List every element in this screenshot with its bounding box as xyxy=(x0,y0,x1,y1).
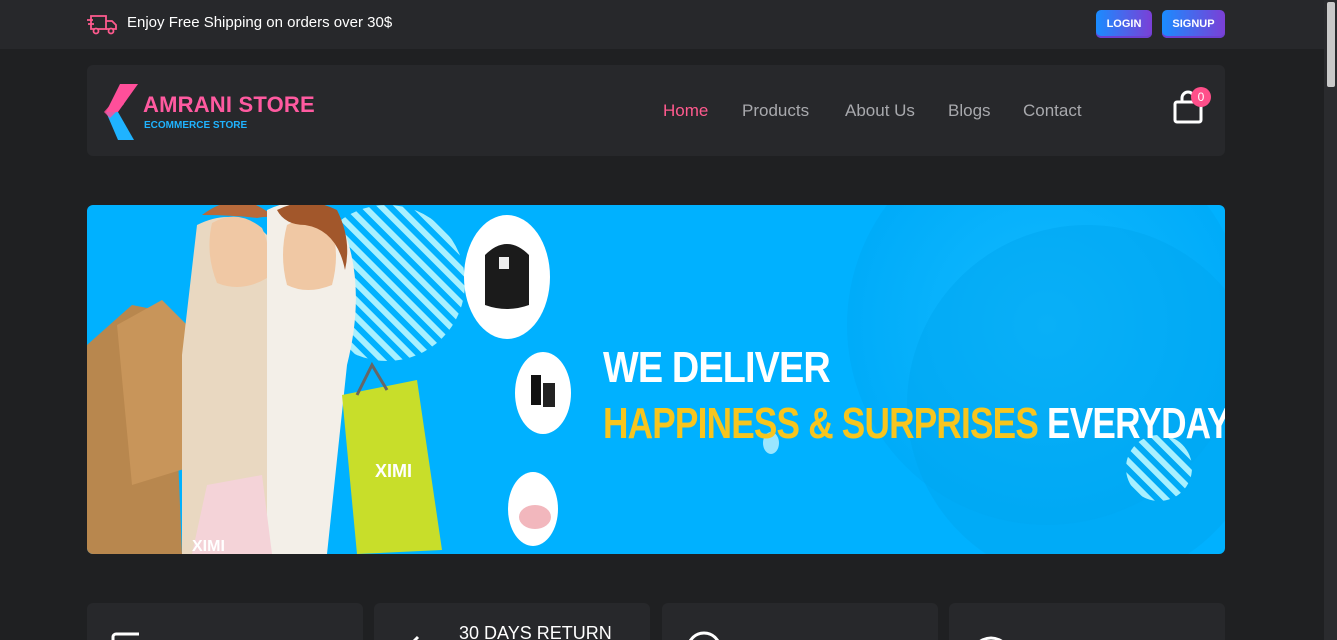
feature-title: 30 DAYS RETURN xyxy=(459,623,612,640)
nav-home[interactable]: Home xyxy=(663,101,708,121)
store-logo-icon[interactable] xyxy=(104,84,138,140)
main-navbar: AMRANI STORE ECOMMERCE STORE Home Produc… xyxy=(87,65,1225,156)
bag-brand-text: XIMI xyxy=(375,461,412,481)
nav-blogs[interactable]: Blogs xyxy=(948,101,991,121)
cart-count-badge: 0 xyxy=(1191,87,1211,107)
free-shipping-text: Enjoy Free Shipping on orders over 30$ xyxy=(127,14,393,31)
nav-about-us[interactable]: About Us xyxy=(845,101,915,121)
brand-name[interactable]: AMRANI STORE xyxy=(143,92,315,118)
hero-banner[interactable]: XIMI XIMI WE DELIVER HAPPINESS & SURPRIS… xyxy=(87,205,1225,554)
brand-tagline: ECOMMERCE STORE xyxy=(144,120,248,131)
nav-contact[interactable]: Contact xyxy=(1023,101,1082,121)
feature-card-2: 30 DAYS RETURN xyxy=(374,603,650,640)
nav-products[interactable]: Products xyxy=(742,101,809,121)
delivery-truck-icon xyxy=(87,15,117,35)
banner-highlight-text: HAPPINESS & SURPRISES xyxy=(603,399,1039,448)
bag-brand-text: XIMI xyxy=(192,538,225,554)
shipping-box-icon xyxy=(111,632,139,640)
scrollbar-thumb[interactable] xyxy=(1327,2,1335,87)
feature-card-1 xyxy=(87,603,363,640)
feature-card-3 xyxy=(662,603,938,640)
banner-headline: WE DELIVER xyxy=(603,343,831,392)
product-bubble-backpack xyxy=(464,215,550,339)
secure-shield-icon xyxy=(979,636,1003,640)
top-announcement-bar: Enjoy Free Shipping on orders over 30$ L… xyxy=(0,0,1324,49)
product-bubble-cap xyxy=(508,472,558,546)
product-bubble-perfume xyxy=(515,352,571,434)
banner-subheadline: HAPPINESS & SURPRISES EVERYDAY xyxy=(603,399,1225,449)
return-arrow-icon xyxy=(412,635,420,640)
support-headset-icon xyxy=(689,631,719,640)
banner-everyday-text: EVERYDAY xyxy=(1047,399,1225,448)
scrollbar-track[interactable] xyxy=(1324,0,1337,640)
login-button[interactable]: LOGIN xyxy=(1096,10,1152,38)
signup-button[interactable]: SIGNUP xyxy=(1162,10,1225,38)
feature-card-4 xyxy=(949,603,1225,640)
